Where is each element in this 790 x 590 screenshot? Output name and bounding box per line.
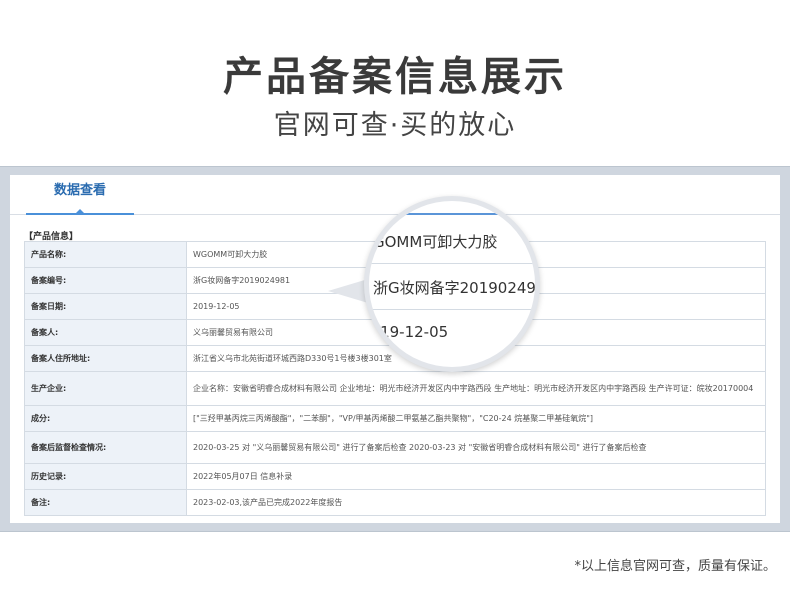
magnifier-callout: GOMM可卸大力胶 浙G妆网备字2019024981 2019-12-05 xyxy=(364,196,540,372)
table-row: 生产企业: 企业名称：安徽省明睿合成材料有限公司 企业地址：明光市经济开发区内中… xyxy=(24,371,766,406)
hero-title: 产品备案信息展示 xyxy=(223,54,567,100)
row-label: 生产企业: xyxy=(24,371,187,406)
row-value: 2022年05月07日 信息补录 xyxy=(186,463,766,490)
tab-bar: 数据查看 xyxy=(10,175,780,215)
row-label: 备案后监督检查情况: xyxy=(24,431,187,464)
row-label: 产品名称: xyxy=(24,241,187,268)
row-value: 2023-02-03,该产品已完成2022年度报告 xyxy=(186,489,766,516)
magnifier-divider xyxy=(369,263,535,264)
row-label: 备案人住所地址: xyxy=(24,345,187,372)
table-row: 备案后监督检查情况: 2020-03-25 对 "义乌丽馨贸易有限公司" 进行了… xyxy=(24,431,766,464)
row-label: 备案编号: xyxy=(24,267,187,294)
tab-data-view-label: 数据查看 xyxy=(53,183,106,198)
row-value: 企业名称：安徽省明睿合成材料有限公司 企业地址：明光市经济开发区内中宇路西段 生… xyxy=(186,371,766,406)
magnifier-line: 浙G妆网备字2019024981 xyxy=(373,279,540,297)
row-label: 成分: xyxy=(24,405,187,432)
magnifier-accent-line xyxy=(369,213,535,215)
row-label: 备案人: xyxy=(24,319,187,346)
magnifier-line: GOMM可卸大力胶 xyxy=(373,233,498,251)
row-label: 备注: xyxy=(24,489,187,516)
magnifier-divider xyxy=(369,309,535,310)
hero-subtitle: 官网可查·买的放心 xyxy=(273,110,517,141)
tab-data-view[interactable]: 数据查看 xyxy=(26,181,134,215)
row-value: ["三羟甲基丙烷三丙烯酸酯"，"二苯酮"，"VP/甲基丙烯酸二甲氨基乙酯共聚物"… xyxy=(186,405,766,432)
magnifier-pointer-icon xyxy=(328,279,368,303)
tab-active-caret-icon xyxy=(75,209,85,214)
row-label: 备案日期: xyxy=(24,293,187,320)
row-value: 2020-03-25 对 "义乌丽馨贸易有限公司" 进行了备案后检查 2020-… xyxy=(186,431,766,464)
magnifier-line: 2019-12-05 xyxy=(364,323,449,341)
table-row: 成分: ["三羟甲基丙烷三丙烯酸酯"，"二苯酮"，"VP/甲基丙烯酸二甲氨基乙酯… xyxy=(24,405,766,432)
footnote: *以上信息官网可查，质量有保证。 xyxy=(574,559,776,574)
row-label: 历史记录: xyxy=(24,463,187,490)
table-row: 历史记录: 2022年05月07日 信息补录 xyxy=(24,463,766,490)
table-row: 备注: 2023-02-03,该产品已完成2022年度报告 xyxy=(24,489,766,516)
